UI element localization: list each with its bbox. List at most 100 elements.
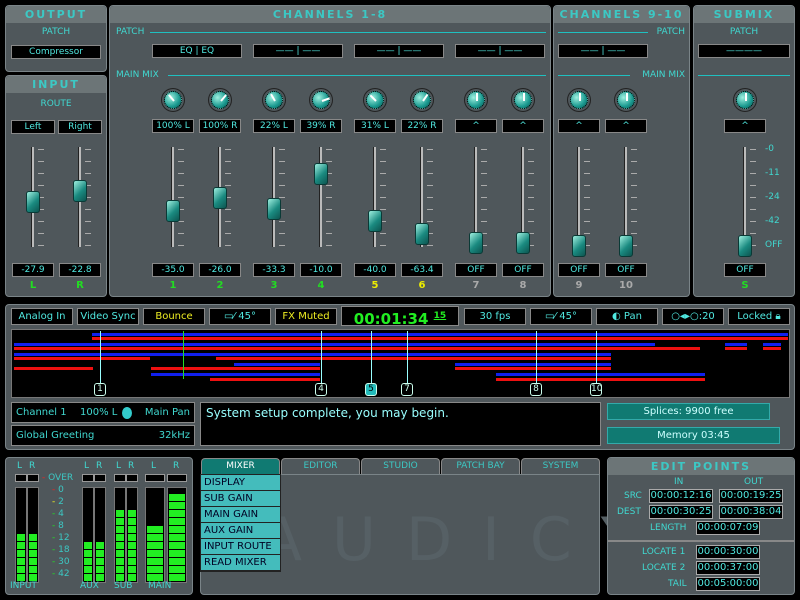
- fader-handle[interactable]: [368, 210, 382, 232]
- track-segment[interactable]: [496, 378, 705, 381]
- track-segment[interactable]: [14, 343, 655, 346]
- fader-track[interactable]: [624, 147, 627, 247]
- fader-handle[interactable]: [516, 232, 530, 254]
- track-segment[interactable]: [14, 353, 611, 356]
- marker[interactable]: 7: [401, 383, 413, 396]
- analog-in-button[interactable]: Analog In: [11, 308, 73, 325]
- input-route-right[interactable]: Right: [58, 120, 102, 134]
- dest-out-field[interactable]: 00:00:38:04: [719, 505, 783, 519]
- pan-knob[interactable]: [570, 91, 588, 109]
- meter-group-label: MAIN: [148, 581, 172, 591]
- fader-handle[interactable]: [267, 198, 281, 220]
- fader-handle[interactable]: [166, 200, 180, 222]
- patch-slot[interactable]: —— | ——: [354, 44, 444, 58]
- channel-label: R: [76, 280, 84, 291]
- menu-item[interactable]: AUX GAIN: [201, 523, 280, 539]
- crossfade-button[interactable]: ▭⁄ 45°: [209, 308, 271, 325]
- meter-channel-label: L: [116, 461, 122, 471]
- dest-in-field[interactable]: 00:00:30:25: [649, 505, 713, 519]
- pan-knob[interactable]: [366, 91, 384, 109]
- track-segment[interactable]: [14, 367, 93, 370]
- playhead[interactable]: [183, 331, 184, 379]
- track-segment[interactable]: [151, 373, 320, 376]
- fader-handle[interactable]: [572, 235, 586, 257]
- pan-knob[interactable]: [514, 91, 532, 109]
- track-segment[interactable]: [210, 378, 320, 381]
- fader-track[interactable]: [743, 147, 746, 247]
- track-segment[interactable]: [725, 347, 747, 350]
- track-segment[interactable]: [234, 363, 320, 366]
- pan-knob[interactable]: [413, 91, 431, 109]
- tab-mixer[interactable]: MIXER: [201, 458, 280, 474]
- scrub-button[interactable]: ○◂▸○:20: [662, 308, 724, 325]
- tail-field[interactable]: 00:05:00:00: [696, 577, 760, 591]
- crossfade-value: 45°: [559, 311, 578, 322]
- track-segment[interactable]: [455, 363, 611, 366]
- marker[interactable]: 8: [530, 383, 542, 396]
- fader-handle[interactable]: [213, 187, 227, 209]
- output-patch-select[interactable]: Compressor: [11, 45, 101, 59]
- menu-item[interactable]: INPUT ROUTE: [201, 539, 280, 555]
- patch-slot[interactable]: —— | ——: [558, 44, 648, 58]
- src-out-field[interactable]: 00:00:19:25: [719, 489, 783, 503]
- track-segment[interactable]: [763, 347, 781, 350]
- fader-handle[interactable]: [73, 180, 87, 202]
- locate2-field[interactable]: 00:00:37:00: [696, 561, 760, 575]
- tab-studio[interactable]: STUDIO: [361, 458, 440, 474]
- fader-handle[interactable]: [314, 163, 328, 185]
- pan-knob-icon[interactable]: [122, 407, 132, 419]
- patch-slot[interactable]: EQ | EQ: [152, 44, 242, 58]
- fx-muted-button[interactable]: FX Muted: [275, 308, 337, 325]
- fader-handle[interactable]: [26, 191, 40, 213]
- pan-knob[interactable]: [265, 91, 283, 109]
- tab-editor[interactable]: EDITOR: [281, 458, 360, 474]
- patch-slot[interactable]: —— | ——: [253, 44, 343, 58]
- menu-item[interactable]: DISPLAY: [201, 475, 280, 491]
- marker[interactable]: 4: [315, 383, 327, 396]
- pan-knob[interactable]: [312, 91, 330, 109]
- bounce-button[interactable]: Bounce: [143, 308, 205, 325]
- marker[interactable]: 1: [94, 383, 106, 396]
- fader-handle[interactable]: [619, 235, 633, 257]
- crossfade-button-2[interactable]: ▭⁄ 45°: [530, 308, 592, 325]
- src-in-field[interactable]: 00:00:12:16: [649, 489, 713, 503]
- fader-track[interactable]: [373, 147, 376, 247]
- fader-track[interactable]: [319, 147, 322, 247]
- marker[interactable]: 10: [590, 383, 602, 396]
- track-segment[interactable]: [216, 357, 611, 360]
- track-segment[interactable]: [763, 343, 781, 346]
- locked-button[interactable]: Locked 🔒︎: [728, 308, 790, 325]
- menu-item[interactable]: SUB GAIN: [201, 491, 280, 507]
- fader-track[interactable]: [272, 147, 275, 247]
- track-segment[interactable]: [496, 373, 705, 376]
- menu-item[interactable]: MAIN GAIN: [201, 507, 280, 523]
- video-sync-button[interactable]: Video Sync: [77, 308, 139, 325]
- patch-slot[interactable]: ————: [698, 44, 790, 58]
- tab-patch-bay[interactable]: PATCH BAY: [441, 458, 520, 474]
- track-segment[interactable]: [725, 343, 747, 346]
- menu-item[interactable]: READ MIXER: [201, 555, 280, 571]
- track-segment[interactable]: [92, 333, 788, 336]
- pan-knob[interactable]: [164, 91, 182, 109]
- track-segment[interactable]: [92, 337, 788, 340]
- pan-knob[interactable]: [211, 91, 229, 109]
- input-route-left[interactable]: Left: [11, 120, 55, 134]
- track-segment[interactable]: [14, 347, 700, 350]
- fader-handle[interactable]: [738, 235, 752, 257]
- fader-track[interactable]: [171, 147, 174, 247]
- pan-knob[interactable]: [617, 91, 635, 109]
- fader-handle[interactable]: [415, 223, 429, 245]
- pan-knob[interactable]: [467, 91, 485, 109]
- fader-handle[interactable]: [469, 232, 483, 254]
- track-segment[interactable]: [14, 357, 150, 360]
- patch-slot[interactable]: —— | ——: [455, 44, 545, 58]
- pan-button[interactable]: ◐ Pan: [596, 308, 658, 325]
- tab-system[interactable]: SYSTEM: [521, 458, 600, 474]
- track-segment[interactable]: [151, 367, 320, 370]
- pan-knob[interactable]: [736, 91, 754, 109]
- fader-track[interactable]: [577, 147, 580, 247]
- locate1-field[interactable]: 00:00:30:00: [696, 545, 760, 559]
- fps-button[interactable]: 30 fps: [464, 308, 526, 325]
- track-segment[interactable]: [455, 367, 611, 370]
- marker[interactable]: 5: [365, 383, 377, 396]
